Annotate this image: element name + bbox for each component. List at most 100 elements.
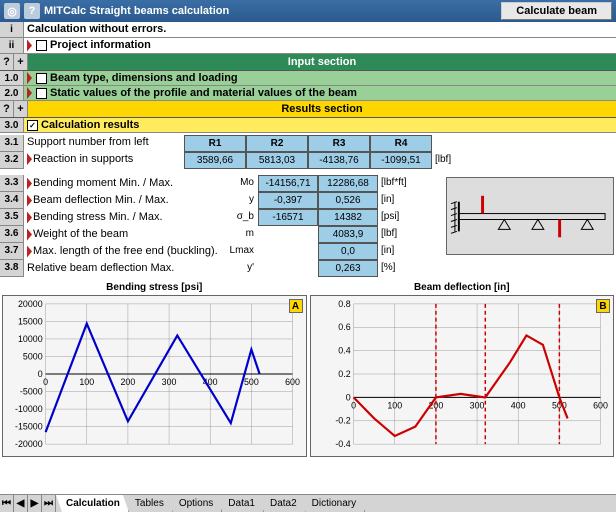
param-v2: 14382	[318, 209, 378, 226]
col-r4: R4	[370, 135, 432, 152]
val-r2: 5813,03	[246, 152, 308, 169]
param-v2: 0,0	[318, 243, 378, 260]
svg-text:-20000: -20000	[15, 439, 43, 449]
plus-toggle[interactable]: +	[14, 54, 28, 70]
tab-data2[interactable]: Data2	[260, 495, 306, 512]
calculate-beam-button[interactable]: Calculate beam	[501, 2, 612, 20]
project-rowheader: ii	[0, 38, 24, 53]
param-rh: 3.4	[0, 192, 24, 209]
chart-a-badge[interactable]: A	[289, 299, 303, 313]
expand-icon[interactable]	[27, 40, 32, 52]
expand-icon[interactable]	[27, 212, 32, 224]
val-r1: 3589,66	[184, 152, 246, 169]
col-r2: R2	[246, 135, 308, 152]
svg-text:0: 0	[351, 400, 356, 410]
param-unit: [in]	[378, 243, 418, 260]
nav-first-icon[interactable]: ⏮	[0, 495, 14, 512]
chart-a[interactable]: Bending stress [psi] A -20000-15000-1000…	[2, 295, 307, 457]
mid-area: 3.3 Bending moment Min. / Max. Mo -14156…	[0, 171, 616, 277]
svg-text:300: 300	[162, 377, 177, 387]
subrow-1: 1.0 Beam type, dimensions and loading	[0, 71, 616, 86]
window-title: MITCalc Straight beams calculation	[44, 5, 497, 17]
project-checkbox[interactable]	[36, 40, 47, 51]
param-v2: 0,263	[318, 260, 378, 277]
param-unit: [%]	[378, 260, 418, 277]
subrow-3: 3.0 Calculation results	[0, 118, 616, 133]
svg-text:0.6: 0.6	[338, 322, 350, 332]
tr2-rh: 3.2	[0, 152, 24, 169]
param-sym: y	[228, 192, 258, 209]
param-rh: 3.6	[0, 226, 24, 243]
chart-a-svg: -20000-15000-10000-500005000100001500020…	[3, 296, 306, 456]
nav-prev-icon[interactable]: ◀	[14, 495, 28, 512]
tab-data1[interactable]: Data1	[218, 495, 264, 512]
nav-last-icon[interactable]: ⏭	[42, 495, 56, 512]
tab-calculation[interactable]: Calculation	[56, 495, 129, 512]
sr3-cell: Calculation results	[24, 118, 616, 132]
val-r3: -4138,76	[308, 152, 370, 169]
plus-toggle-2[interactable]: +	[14, 101, 28, 117]
param-lbl: Relative beam deflection Max.	[24, 260, 228, 277]
sr3-label: Calculation results	[41, 119, 139, 131]
expand-icon[interactable]	[27, 246, 32, 258]
param-v1: -0,397	[258, 192, 318, 209]
nav-next-icon[interactable]: ▶	[28, 495, 42, 512]
svg-text:0: 0	[43, 377, 48, 387]
svg-text:15000: 15000	[18, 316, 43, 326]
tr1-unit	[432, 135, 472, 152]
param-unit: [lbf]	[378, 226, 418, 243]
tr2-lbl: Reaction in supports	[24, 152, 184, 169]
expand-icon[interactable]	[27, 153, 32, 165]
svg-text:400: 400	[510, 400, 525, 410]
svg-text:20000: 20000	[18, 299, 43, 309]
param-v1: -14156,71	[258, 175, 318, 192]
chart-a-title: Bending stress [psi]	[3, 282, 306, 293]
param-sym: σ_b	[228, 209, 258, 226]
expand-icon[interactable]	[27, 195, 32, 207]
param-lbl: Bending moment Min. / Max.	[24, 175, 228, 192]
help-toggle[interactable]: ?	[0, 54, 14, 70]
svg-text:0.4: 0.4	[338, 346, 350, 356]
sr1-checkbox[interactable]	[36, 73, 47, 84]
expand-icon[interactable]	[27, 229, 32, 241]
tr2-unit: [lbf]	[432, 152, 472, 169]
svg-text:0.2: 0.2	[338, 369, 350, 379]
svg-text:-0.2: -0.2	[335, 416, 350, 426]
supports-table: 3.1 Support number from left R1 R2 R3 R4…	[0, 133, 616, 171]
chart-b-badge[interactable]: B	[596, 299, 610, 313]
svg-text:100: 100	[79, 377, 94, 387]
help-icon[interactable]: ?	[24, 3, 40, 19]
sr2-checkbox[interactable]	[36, 88, 47, 99]
info-row: i Calculation without errors.	[0, 22, 616, 38]
help-toggle-2[interactable]: ?	[0, 101, 14, 117]
param-lbl: Max. length of the free end (buckling).	[24, 243, 228, 260]
project-cell: Project information	[24, 38, 616, 53]
svg-text:600: 600	[285, 377, 300, 387]
subrow-2: 2.0 Static values of the profile and mat…	[0, 86, 616, 101]
tab-tables[interactable]: Tables	[125, 495, 173, 512]
expand-icon[interactable]	[27, 87, 32, 99]
project-label: Project information	[50, 38, 151, 53]
sr2-label: Static values of the profile and materia…	[50, 87, 357, 99]
svg-text:5000: 5000	[23, 351, 43, 361]
tab-nav[interactable]: ⏮ ◀ ▶ ⏭	[0, 495, 56, 512]
param-sym: m	[228, 226, 258, 243]
expand-icon[interactable]	[27, 178, 32, 190]
tab-options[interactable]: Options	[169, 495, 222, 512]
svg-text:-15000: -15000	[15, 422, 43, 432]
input-section-row: ? + Input section	[0, 54, 616, 71]
sr2-cell: Static values of the profile and materia…	[24, 86, 616, 100]
expand-icon[interactable]	[27, 72, 32, 84]
svg-text:0: 0	[345, 392, 350, 402]
param-sym: Lmax	[228, 243, 258, 260]
chart-b[interactable]: Beam deflection [in] B -0.4-0.200.20.40.…	[310, 295, 615, 457]
param-v2: 0,526	[318, 192, 378, 209]
tab-dictionary[interactable]: Dictionary	[302, 495, 365, 512]
svg-text:-5000: -5000	[20, 387, 43, 397]
param-unit: [psi]	[378, 209, 418, 226]
sr3-checkbox[interactable]	[27, 120, 38, 131]
sheet-tabs-bar: ⏮ ◀ ▶ ⏭ CalculationTablesOptionsData1Dat…	[0, 494, 616, 512]
tr1-rh: 3.1	[0, 135, 24, 152]
svg-text:0: 0	[38, 369, 43, 379]
titlebar: ◎ ? MITCalc Straight beams calculation C…	[0, 0, 616, 22]
